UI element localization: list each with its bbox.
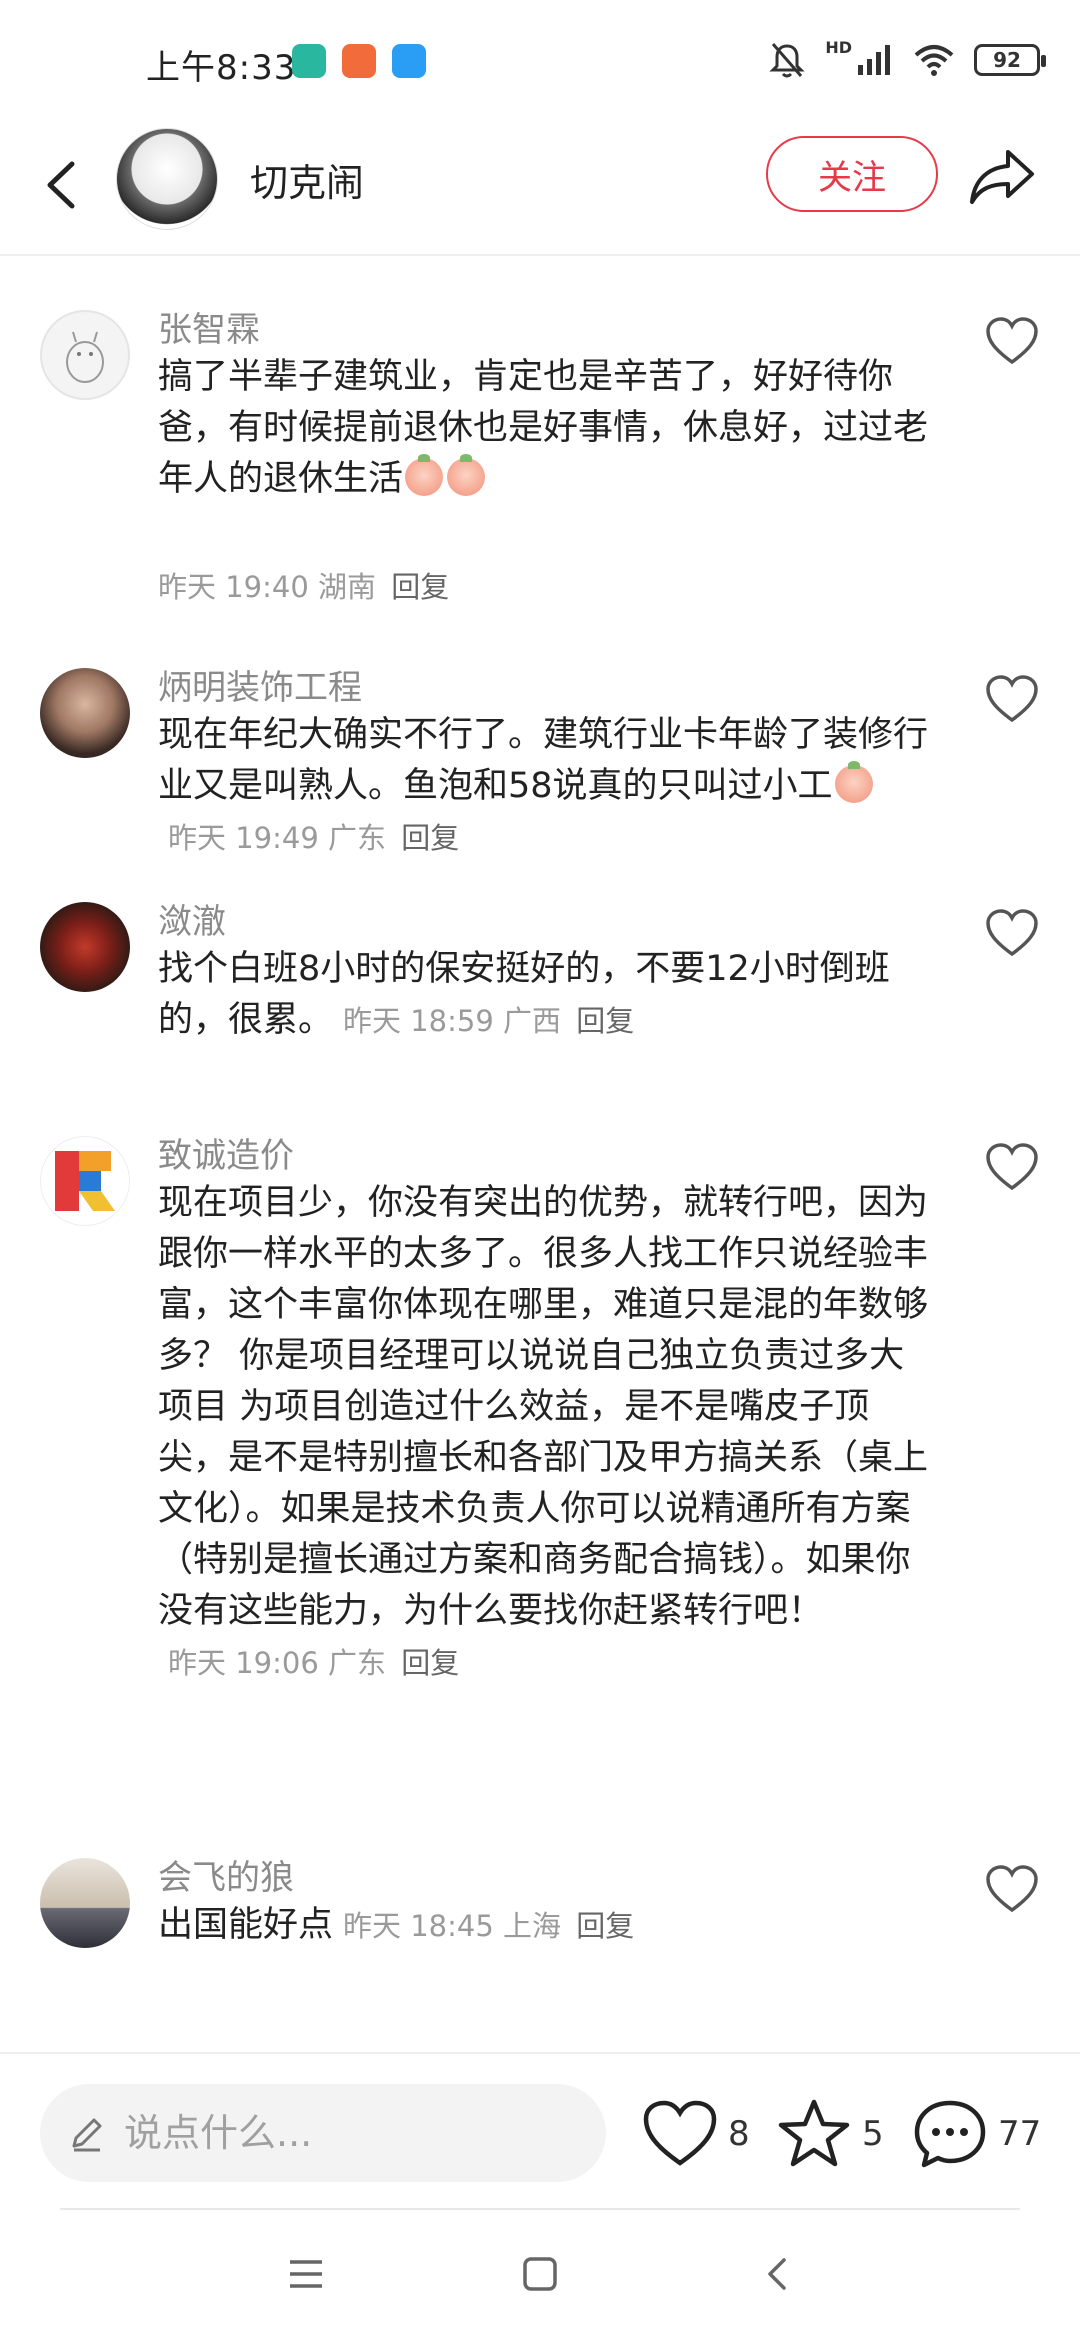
comment-meta: 昨天 18:45 上海 回复 xyxy=(343,1909,634,1943)
mute-icon xyxy=(769,43,805,78)
comment-time: 昨天 18:45 xyxy=(343,1909,494,1943)
signal-icon xyxy=(858,45,890,75)
comment-time: 昨天 19:06 xyxy=(168,1646,319,1680)
comment-button[interactable]: 77 xyxy=(912,2094,1041,2174)
comment-count: 77 xyxy=(998,2114,1042,2154)
comment-location: 广西 xyxy=(503,1004,562,1038)
reply-button[interactable]: 回复 xyxy=(576,1004,634,1038)
heart-icon xyxy=(986,675,1038,723)
comment-text: 现在项目少，你没有突出的优势，就转行吧，因为跟你一样水平的太多了。很多人找工作只… xyxy=(158,1178,928,1689)
bottom-action-bar: 8 5 77 xyxy=(0,2052,1080,2214)
star-icon xyxy=(778,2099,850,2167)
commenter-name[interactable]: 会飞的狼 xyxy=(158,1850,294,1899)
reply-button[interactable]: 回复 xyxy=(401,1646,459,1680)
wifi-icon xyxy=(914,45,954,76)
heart-icon xyxy=(643,2100,717,2166)
commenter-avatar[interactable] xyxy=(40,1858,130,1948)
comment-location: 广东 xyxy=(328,821,387,855)
comment-meta: 昨天 19:06 广东 回复 xyxy=(168,1646,459,1680)
commenter-avatar[interactable] xyxy=(40,310,130,400)
comment-meta: 昨天 19:40 湖南 回复 xyxy=(158,564,449,606)
comment-meta: 昨天 18:59 广西 回复 xyxy=(343,1004,634,1038)
commenter-avatar[interactable] xyxy=(40,668,130,758)
author-avatar[interactable] xyxy=(116,128,218,230)
header: 切克闹 关注 xyxy=(0,120,1080,256)
comment-like-button[interactable] xyxy=(984,316,1040,368)
commenter-name[interactable]: 潋澈 xyxy=(158,894,226,943)
home-icon xyxy=(523,2257,557,2291)
comment-location: 湖南 xyxy=(318,570,377,604)
home-button[interactable] xyxy=(510,2244,570,2304)
comment-time: 昨天 18:59 xyxy=(343,1004,494,1038)
reply-button[interactable]: 回复 xyxy=(391,570,449,604)
comment-like-button[interactable] xyxy=(984,908,1040,960)
comment-location: 上海 xyxy=(503,1909,562,1943)
comment-list[interactable]: 张智霖 搞了半辈子建筑业，肯定也是辛苦了，好好待你爸，有时候提前退休也是好事情，… xyxy=(0,256,1080,2050)
back-icon xyxy=(47,161,75,209)
author-name[interactable]: 切克闹 xyxy=(250,152,364,207)
comment-input-box[interactable] xyxy=(40,2084,606,2182)
heart-icon xyxy=(986,1865,1038,1913)
shopping-app-icon xyxy=(342,44,376,78)
totoro-avatar-icon xyxy=(66,331,104,383)
comment-text: 现在年纪大确实不行了。建筑行业卡年龄了装修行业又是叫熟人。鱼泡和58说真的只叫过… xyxy=(158,710,928,864)
emoji-icon xyxy=(834,761,873,803)
favorite-button[interactable]: 5 xyxy=(776,2094,884,2174)
recent-apps-button[interactable] xyxy=(276,2244,336,2304)
reply-button[interactable]: 回复 xyxy=(401,821,459,855)
comment-body: 现在年纪大确实不行了。建筑行业卡年龄了装修行业又是叫熟人。鱼泡和58说真的只叫过… xyxy=(158,715,929,806)
divider xyxy=(60,2208,1020,2210)
follow-button[interactable]: 关注 xyxy=(766,136,938,212)
status-bar: 上午8:33 HD 92 xyxy=(0,0,1080,120)
heart-icon xyxy=(986,909,1038,957)
comment-text: 找个白班8小时的保安挺好的，不要12小时倒班的，很累。 昨天 18:59 广西 回… xyxy=(158,944,928,1047)
video-app-icon xyxy=(292,44,326,78)
commenter-avatar[interactable] xyxy=(40,902,130,992)
comment-like-button[interactable] xyxy=(984,674,1040,726)
system-nav-bar xyxy=(0,2212,1080,2340)
comment-time: 昨天 19:49 xyxy=(168,821,319,855)
pencil-icon xyxy=(72,2118,102,2152)
reply-button[interactable]: 回复 xyxy=(576,1909,634,1943)
comment-like-button[interactable] xyxy=(984,1142,1040,1194)
emoji-icon xyxy=(405,454,444,496)
comment-text: 搞了半辈子建筑业，肯定也是辛苦了，好好待你爸，有时候提前退休也是好事情，休息好，… xyxy=(158,352,928,505)
status-time: 上午8:33 xyxy=(146,48,297,88)
emoji-icon xyxy=(447,454,486,496)
heart-icon xyxy=(986,1143,1038,1191)
comment-icon xyxy=(914,2100,986,2168)
comment-like-button[interactable] xyxy=(984,1864,1040,1916)
favorite-count: 5 xyxy=(862,2114,884,2154)
like-button[interactable]: 8 xyxy=(642,2094,750,2174)
comment-location: 广东 xyxy=(328,1646,387,1680)
comment-meta: 昨天 19:49 广东 回复 xyxy=(168,821,459,855)
network-label: HD xyxy=(825,38,852,57)
commenter-name[interactable]: 致诚造价 xyxy=(158,1128,294,1177)
menu-icon xyxy=(290,2260,322,2288)
chat-app-icon xyxy=(392,44,426,78)
comment-time: 昨天 19:40 xyxy=(158,570,309,604)
commenter-name[interactable]: 张智霖 xyxy=(158,302,260,351)
share-button[interactable] xyxy=(964,144,1040,210)
comment-body: 搞了半辈子建筑业，肯定也是辛苦了，好好待你爸，有时候提前退休也是好事情，休息好，… xyxy=(158,357,929,499)
heart-icon xyxy=(986,317,1038,365)
commenter-avatar[interactable] xyxy=(40,1136,130,1226)
comment-input[interactable] xyxy=(122,2110,566,2156)
like-count: 8 xyxy=(728,2114,750,2154)
comment-text: 出国能好点 昨天 18:45 上海 回复 xyxy=(158,1900,928,1952)
nav-back-icon xyxy=(768,2258,786,2290)
system-back-button[interactable] xyxy=(748,2244,808,2304)
share-icon xyxy=(970,150,1034,204)
comment-body: 出国能好点 xyxy=(158,1905,334,1945)
back-button[interactable] xyxy=(36,150,96,220)
comment-body: 现在项目少，你没有突出的优势，就转行吧，因为跟你一样水平的太多了。很多人找工作只… xyxy=(158,1183,929,1631)
status-icons: HD 92 xyxy=(767,38,1046,82)
battery-icon: 92 xyxy=(974,44,1046,76)
company-logo-icon xyxy=(55,1151,115,1211)
commenter-name[interactable]: 炳明装饰工程 xyxy=(158,660,362,709)
